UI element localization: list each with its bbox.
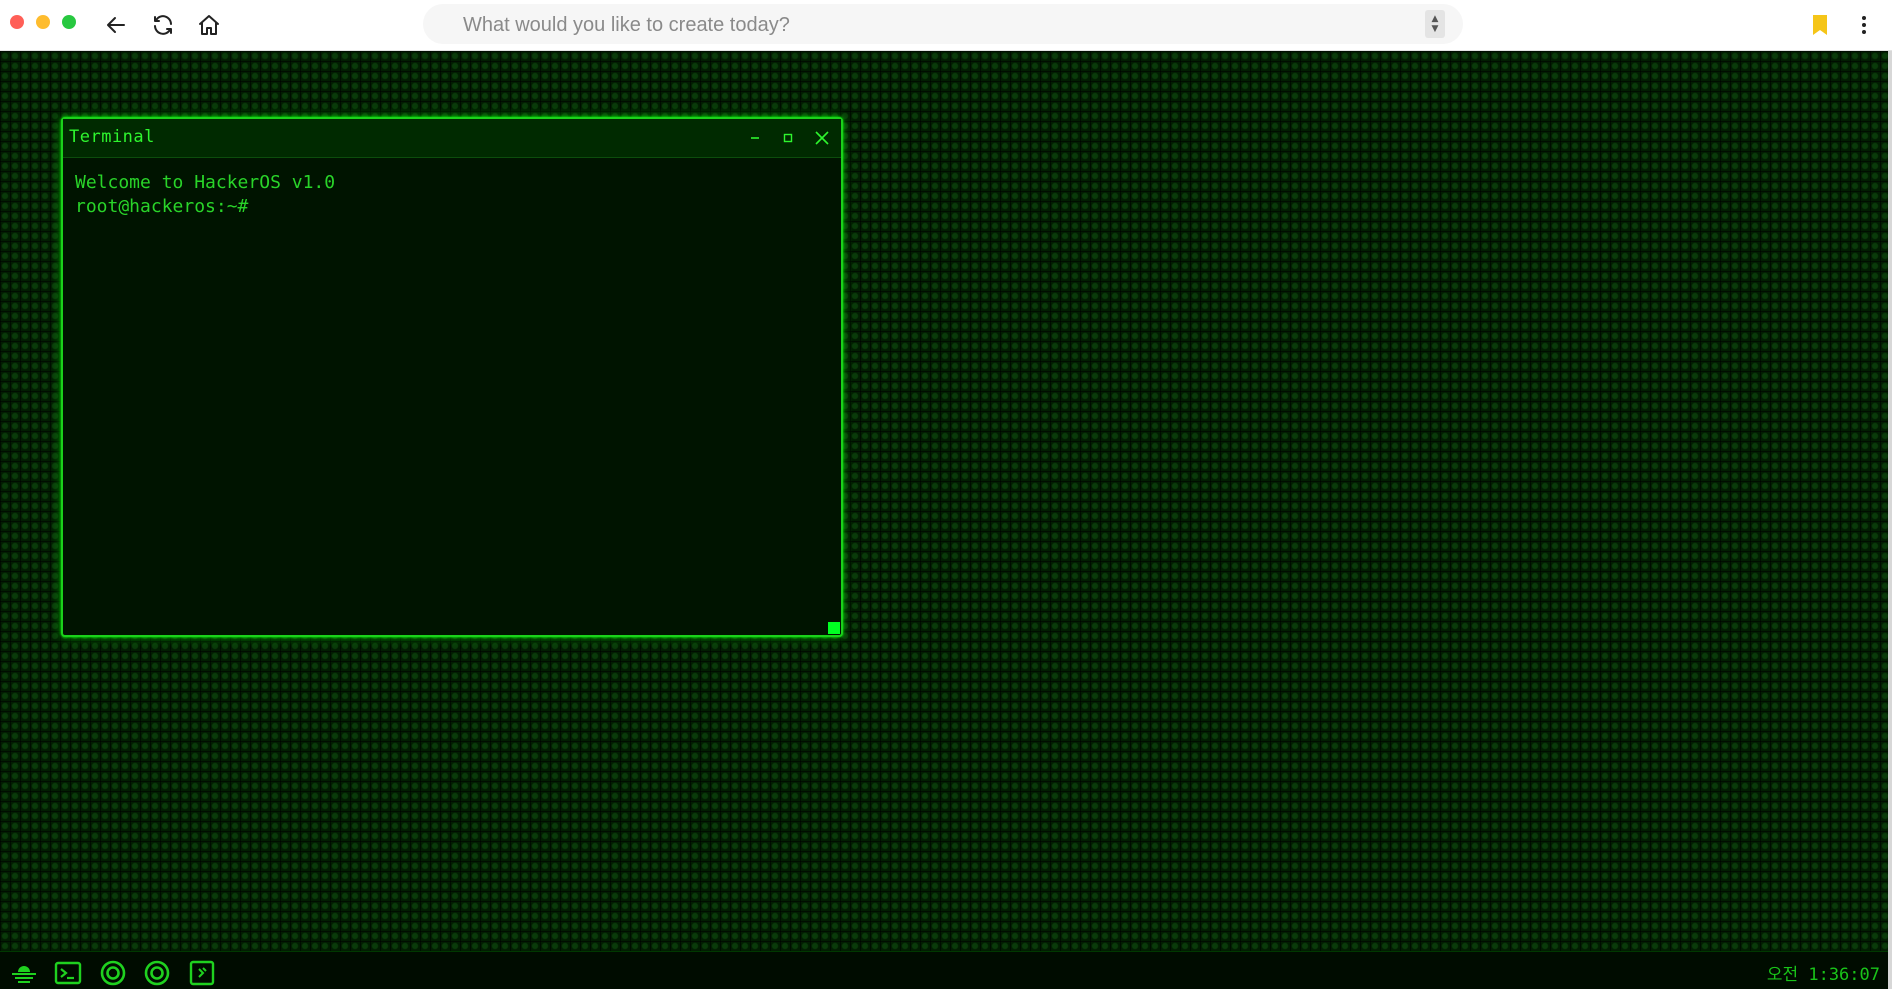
taskbar-app-button-2[interactable] bbox=[143, 959, 171, 987]
terminal-welcome-line: Welcome to HackerOS v1.0 bbox=[75, 172, 336, 193]
reload-button[interactable] bbox=[147, 9, 179, 41]
stepper-down-icon[interactable]: ▼ bbox=[1432, 24, 1439, 34]
app-circle-icon bbox=[100, 960, 126, 986]
window-close-dot[interactable] bbox=[10, 15, 24, 29]
terminal-title: Terminal bbox=[69, 127, 155, 147]
maximize-icon bbox=[783, 133, 793, 143]
taskbar-terminal-button[interactable] bbox=[54, 959, 82, 987]
minimize-button[interactable] bbox=[743, 126, 767, 150]
start-menu-icon bbox=[12, 966, 36, 983]
url-stepper[interactable]: ▲ ▼ bbox=[1425, 10, 1445, 38]
back-button[interactable] bbox=[100, 9, 132, 41]
terminal-icon bbox=[54, 961, 82, 985]
taskbar-app-button-1[interactable] bbox=[99, 959, 127, 987]
kebab-menu-icon bbox=[1862, 16, 1866, 34]
arrow-left-icon bbox=[107, 17, 125, 33]
terminal-prompt[interactable]: root@hackeros:~# bbox=[75, 195, 335, 219]
app-circle-icon bbox=[144, 960, 170, 986]
start-menu-button[interactable] bbox=[10, 959, 38, 987]
window-zoom-dot[interactable] bbox=[62, 15, 76, 29]
browser-menu-button[interactable] bbox=[1848, 9, 1880, 41]
terminal-window[interactable]: Terminal Welcome to HackerOS v1.0 root@h… bbox=[61, 117, 843, 637]
stepper-up-icon[interactable]: ▲ bbox=[1432, 14, 1439, 24]
url-input[interactable] bbox=[461, 4, 1425, 46]
home-button[interactable] bbox=[193, 9, 225, 41]
bookmark-button[interactable] bbox=[1804, 9, 1836, 41]
home-icon bbox=[199, 15, 219, 35]
page-scrollbar[interactable] bbox=[1888, 51, 1892, 989]
reload-icon bbox=[154, 15, 172, 35]
taskbar-clock: 오전 1:36:07 bbox=[1766, 965, 1880, 985]
bookmark-icon bbox=[1813, 15, 1827, 35]
resize-handle[interactable] bbox=[828, 622, 840, 634]
app-square-icon bbox=[189, 960, 215, 986]
close-button[interactable] bbox=[810, 126, 834, 150]
taskbar-app-button-3[interactable] bbox=[188, 959, 216, 987]
taskbar: 오전 1:36:07 bbox=[0, 951, 1888, 989]
window-minimize-dot[interactable] bbox=[36, 15, 50, 29]
close-icon bbox=[815, 131, 829, 145]
address-bar[interactable]: ▲ ▼ bbox=[423, 4, 1463, 46]
terminal-titlebar[interactable]: Terminal bbox=[63, 119, 841, 158]
minimize-icon bbox=[751, 137, 759, 139]
browser-toolbar: ▲ ▼ bbox=[0, 0, 1892, 51]
terminal-output[interactable]: Welcome to HackerOS v1.0 root@hackeros:~… bbox=[75, 171, 335, 219]
maximize-button[interactable] bbox=[776, 126, 800, 150]
